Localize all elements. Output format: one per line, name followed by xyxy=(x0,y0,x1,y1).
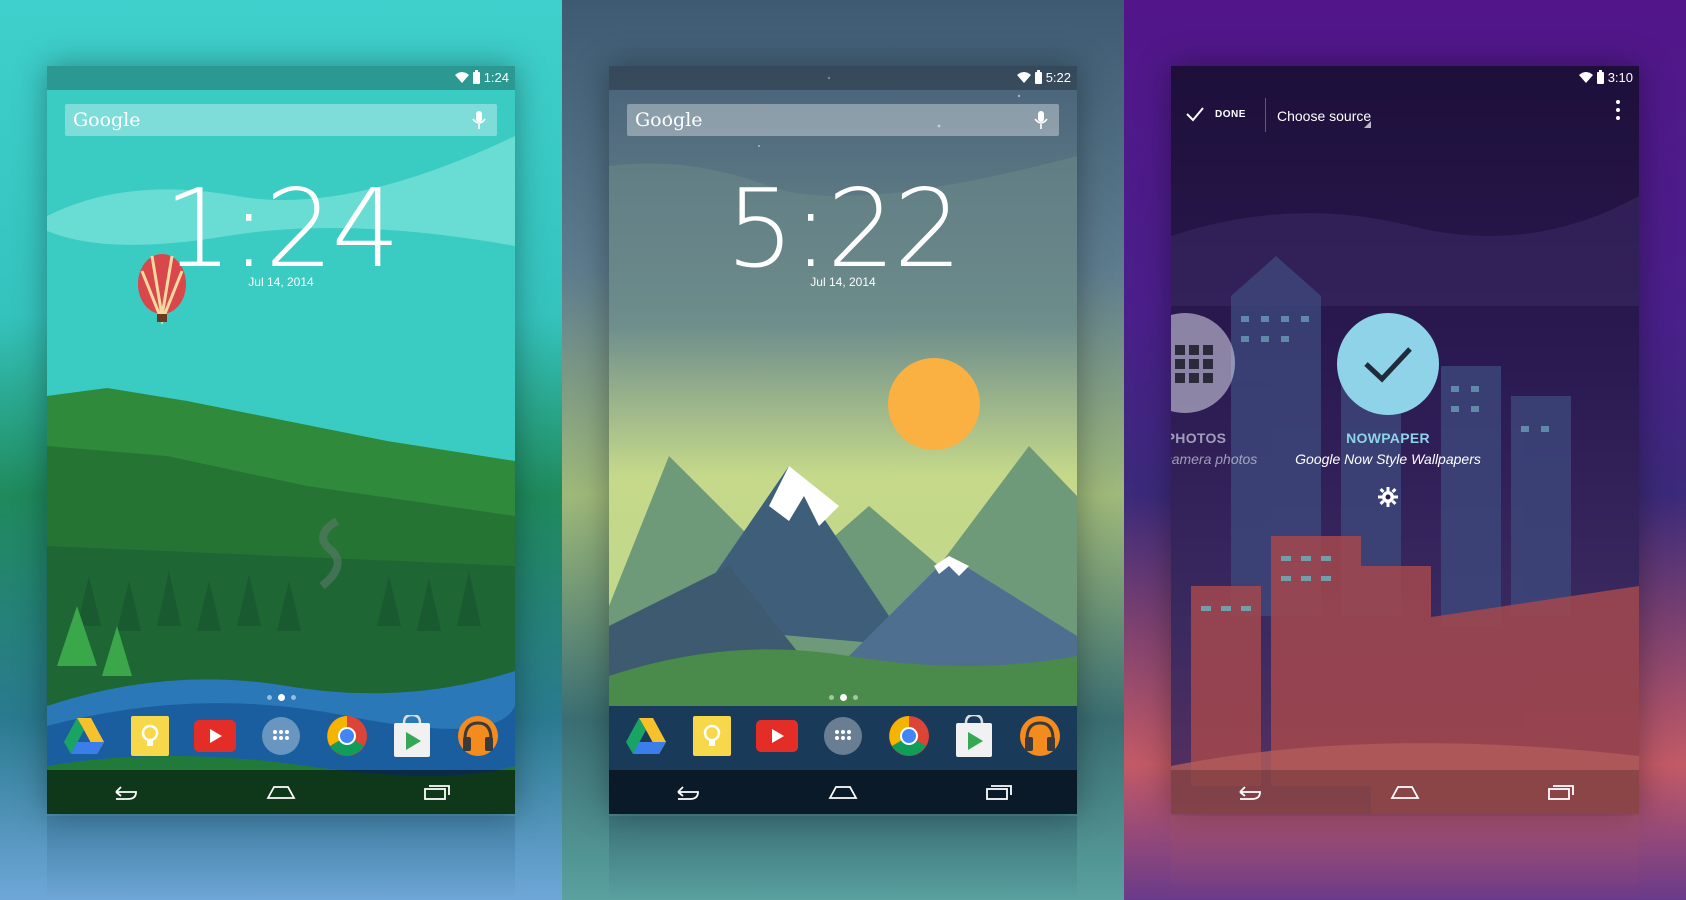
battery-icon xyxy=(472,69,480,84)
youtube-icon[interactable] xyxy=(192,713,238,759)
phone-reflection xyxy=(47,816,515,900)
spinner-arrow-icon xyxy=(1364,121,1371,128)
status-bar: 3:10 xyxy=(1171,66,1639,90)
play-store-icon[interactable] xyxy=(951,713,997,759)
choose-source-spinner[interactable]: Choose source xyxy=(1277,98,1377,132)
search-label: Google xyxy=(73,109,141,131)
source-photos-subtitle: camera photos xyxy=(1171,451,1258,467)
check-icon xyxy=(1186,107,1204,122)
status-bar: 5:22 xyxy=(609,66,1077,90)
settings-gear-icon[interactable] xyxy=(1377,486,1399,508)
phone-reflection xyxy=(1171,816,1639,900)
home-icon[interactable] xyxy=(1388,780,1422,804)
youtube-icon[interactable] xyxy=(754,713,800,759)
source-nowpaper-subtitle: Google Now Style Wallpapers xyxy=(1295,451,1481,467)
wifi-icon xyxy=(1578,72,1593,83)
divider xyxy=(1265,98,1266,132)
google-search-bar[interactable]: Google xyxy=(627,104,1059,136)
page-dot xyxy=(828,695,834,700)
clock-date: Jul 14, 2014 xyxy=(810,275,876,289)
google-search-bar[interactable]: Google xyxy=(65,104,497,136)
source-photos-title: PHOTOS xyxy=(1171,430,1227,446)
home-icon[interactable] xyxy=(826,780,860,804)
app-drawer-icon[interactable] xyxy=(820,713,866,759)
source-nowpaper-title: NOWPAPER xyxy=(1346,430,1430,446)
mic-icon[interactable] xyxy=(1033,109,1049,131)
phone-screen-muzei-settings: 3:10 DONE Choose source PHOTOS camera ph… xyxy=(1171,66,1639,814)
done-button[interactable]: DONE xyxy=(1185,102,1246,126)
clock-time[interactable]: 1:24 xyxy=(47,176,515,284)
wifi-icon xyxy=(454,72,469,83)
phone-screen-mountains: 5:22 Google 5:22 Jul 14, 2014 xyxy=(609,66,1077,814)
navigation-bar xyxy=(1171,770,1639,814)
action-bar: DONE Choose source xyxy=(1171,90,1639,152)
page-indicator xyxy=(47,694,515,701)
clock-time[interactable]: 5:22 xyxy=(609,176,1077,284)
navigation-bar xyxy=(609,770,1077,814)
navigation-bar xyxy=(47,770,515,814)
play-music-icon[interactable] xyxy=(1017,713,1063,759)
clock-date: Jul 14, 2014 xyxy=(248,275,314,289)
back-icon[interactable] xyxy=(108,780,142,804)
keep-icon[interactable] xyxy=(689,713,735,759)
done-label: DONE xyxy=(1215,108,1246,120)
status-time: 1:24 xyxy=(483,70,509,85)
overflow-menu-icon[interactable] xyxy=(1615,100,1621,120)
drive-icon[interactable] xyxy=(61,713,107,759)
battery-icon xyxy=(1034,69,1042,84)
source-nowpaper-button[interactable] xyxy=(1337,313,1439,415)
play-store-icon[interactable] xyxy=(389,713,435,759)
back-icon[interactable] xyxy=(670,780,704,804)
recents-icon[interactable] xyxy=(1544,780,1578,804)
back-icon[interactable] xyxy=(1232,780,1266,804)
status-time: 5:22 xyxy=(1045,70,1071,85)
dock xyxy=(623,713,1063,759)
status-bar: 1:24 xyxy=(47,66,515,90)
home-icon[interactable] xyxy=(264,780,298,804)
phone-screen-daytime: 1:24 Google 1:24 Jul 14, 2014 xyxy=(47,66,515,814)
chrome-icon[interactable] xyxy=(324,713,370,759)
choose-source-label: Choose source xyxy=(1277,108,1372,124)
wifi-icon xyxy=(1016,72,1031,83)
grid-icon xyxy=(1175,345,1213,383)
recents-icon[interactable] xyxy=(420,780,454,804)
page-dot-active xyxy=(839,694,847,701)
check-icon xyxy=(1364,347,1412,383)
play-music-icon[interactable] xyxy=(455,713,501,759)
search-label: Google xyxy=(635,109,703,131)
chrome-icon[interactable] xyxy=(886,713,932,759)
page-dot xyxy=(266,695,272,700)
page-dot-active xyxy=(277,694,285,701)
page-indicator xyxy=(609,694,1077,701)
recents-icon[interactable] xyxy=(982,780,1016,804)
page-dot xyxy=(290,695,296,700)
phone-reflection xyxy=(609,816,1077,900)
battery-icon xyxy=(1596,69,1604,84)
status-time: 3:10 xyxy=(1607,70,1633,85)
drive-icon[interactable] xyxy=(623,713,669,759)
app-drawer-icon[interactable] xyxy=(258,713,304,759)
page-dot xyxy=(852,695,858,700)
keep-icon[interactable] xyxy=(127,713,173,759)
dock xyxy=(61,713,501,759)
mic-icon[interactable] xyxy=(471,109,487,131)
